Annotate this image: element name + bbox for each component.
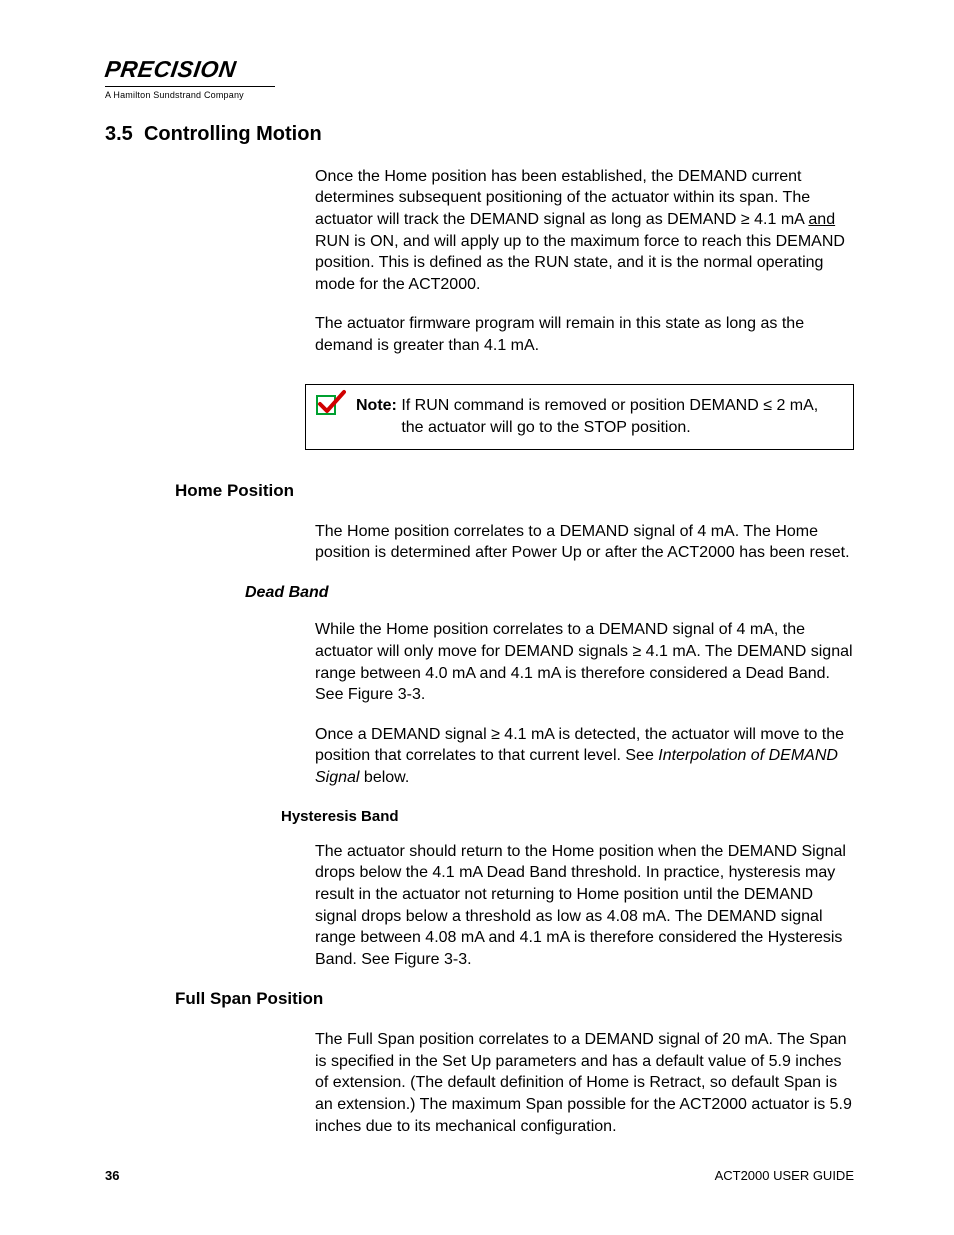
- note-line-1: If RUN command is removed or position DE…: [401, 397, 818, 414]
- dead-band-p2-b: below.: [359, 769, 409, 786]
- section-heading: 3.5 Controlling Motion: [105, 121, 854, 148]
- hysteresis-band-heading: Hysteresis Band: [281, 807, 854, 827]
- note-label: Note:: [356, 397, 401, 414]
- note-line-2: the actuator will go to the STOP positio…: [401, 419, 690, 436]
- intro-paragraph-2: The actuator firmware program will remai…: [315, 313, 854, 356]
- note-text: Note: If RUN command is removed or posit…: [356, 395, 839, 438]
- page-footer: 36 ACT2000 USER GUIDE: [105, 1167, 854, 1185]
- checkmark-icon: [314, 389, 346, 417]
- note-callout: Note: If RUN command is removed or posit…: [305, 384, 854, 449]
- brand-logo: PRECISION A Hamilton Sundstrand Company: [105, 58, 854, 101]
- page-number: 36: [105, 1167, 119, 1185]
- hysteresis-band-paragraph: The actuator should return to the Home p…: [315, 841, 854, 971]
- logo-divider: [105, 86, 275, 87]
- dead-band-heading: Dead Band: [245, 582, 854, 604]
- dead-band-paragraph-2: Once a DEMAND signal ≥ 4.1 mA is detecte…: [315, 724, 854, 789]
- section-title: Controlling Motion: [144, 123, 322, 145]
- dead-band-paragraph-1: While the Home position correlates to a …: [315, 619, 854, 705]
- logo-text: PRECISION: [103, 58, 237, 81]
- intro-p1-part-b: RUN is ON, and will apply up to the maxi…: [315, 233, 845, 293]
- document-title: ACT2000 USER GUIDE: [715, 1167, 854, 1185]
- home-position-paragraph: The Home position correlates to a DEMAND…: [315, 521, 854, 564]
- intro-p1-part-a: Once the Home position has been establis…: [315, 168, 810, 228]
- full-span-paragraph: The Full Span position correlates to a D…: [315, 1029, 854, 1137]
- full-span-heading: Full Span Position: [175, 988, 854, 1011]
- section-number: 3.5: [105, 123, 133, 145]
- logo-tagline: A Hamilton Sundstrand Company: [105, 89, 854, 101]
- intro-p1-and: and: [808, 211, 835, 228]
- home-position-heading: Home Position: [175, 480, 854, 503]
- intro-paragraph-1: Once the Home position has been establis…: [315, 166, 854, 296]
